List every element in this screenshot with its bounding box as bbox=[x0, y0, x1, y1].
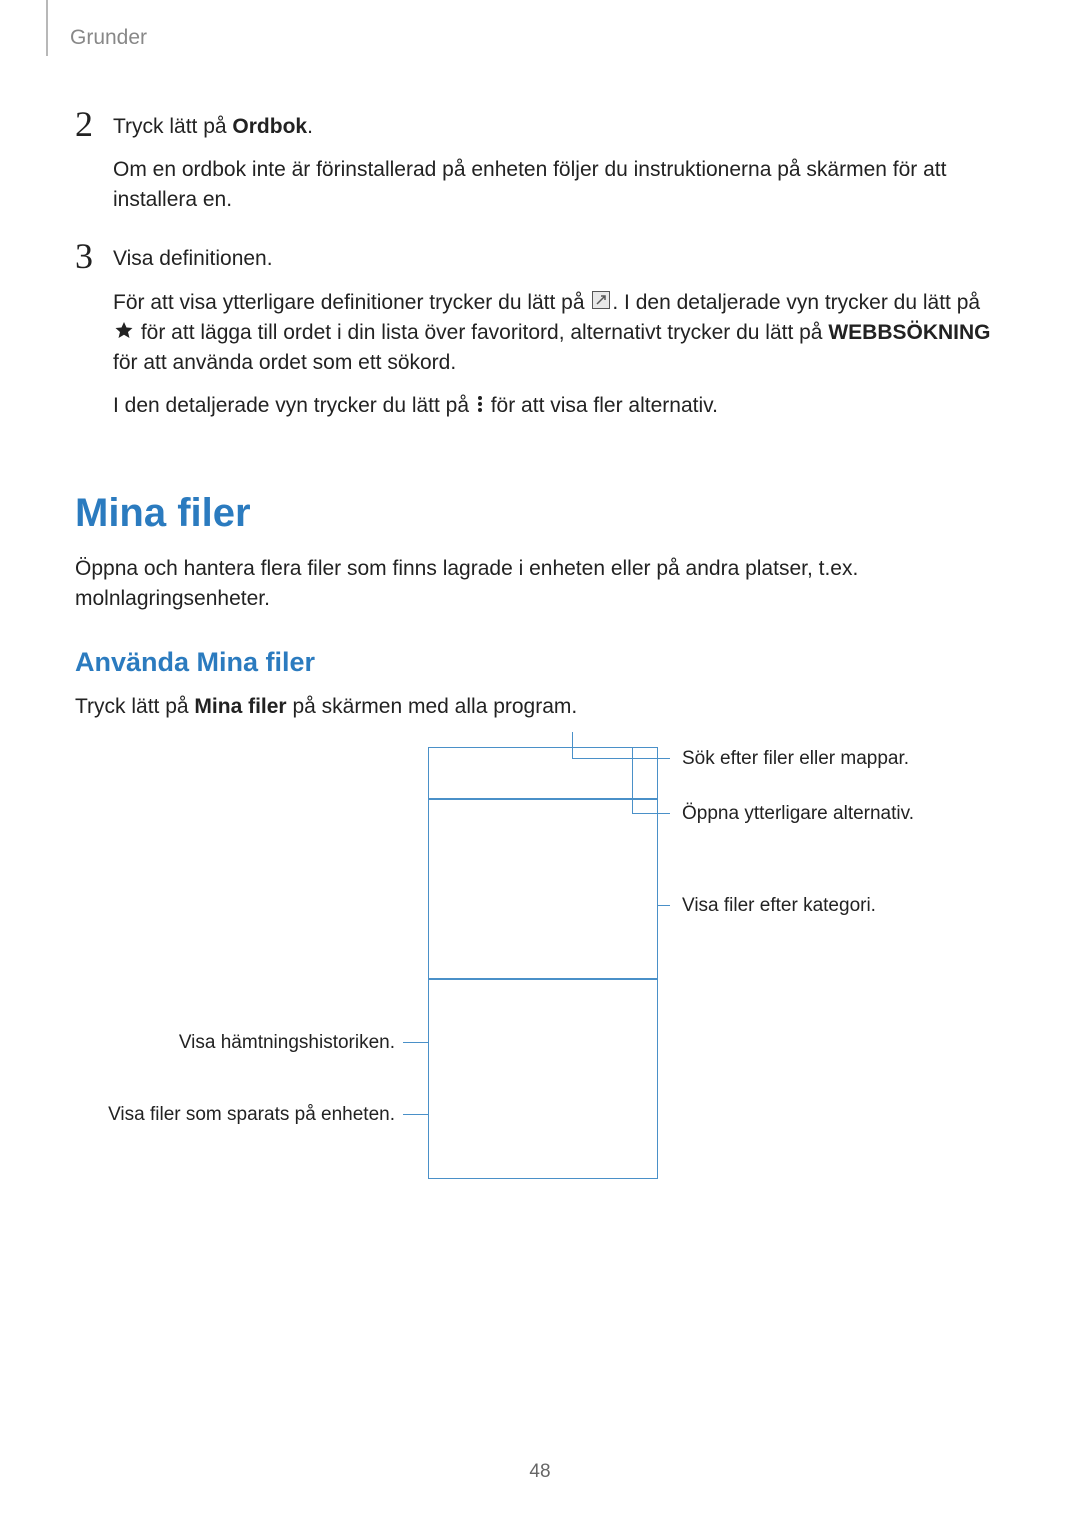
callout-more-options: Öppna ytterligare alternativ. bbox=[682, 803, 914, 825]
subsection-heading: Använda Mina filer bbox=[75, 647, 1005, 678]
step-3-para-a: För att visa ytterligare definitioner tr… bbox=[113, 288, 1005, 378]
section-heading: Mina filer bbox=[75, 491, 1005, 536]
step-2-line-2: Om en ordbok inte är förinstallerad på e… bbox=[113, 155, 1005, 214]
page-number: 48 bbox=[0, 1461, 1080, 1483]
step-number: 2 bbox=[75, 106, 113, 228]
step-number: 3 bbox=[75, 238, 113, 435]
callout-search: Sök efter filer eller mappar. bbox=[682, 748, 909, 770]
header-text: Grunder bbox=[70, 26, 147, 50]
step-3-para-b: I den detaljerade vyn trycker du lätt på… bbox=[113, 391, 1005, 421]
step-2: 2 Tryck lätt på Ordbok. Om en ordbok int… bbox=[75, 106, 1005, 228]
callout-diagram: Sök efter filer eller mappar. Öppna ytte… bbox=[75, 742, 1005, 1212]
callout-local-storage: Visa filer som sparats på enheten. bbox=[105, 1104, 395, 1126]
star-icon bbox=[115, 318, 133, 347]
step-body: Visa definitionen. För att visa ytterlig… bbox=[113, 238, 1005, 435]
diagram-box-storage bbox=[428, 979, 658, 1179]
callout-categories: Visa filer efter kategori. bbox=[682, 895, 876, 917]
section-intro: Öppna och hantera flera filer som finns … bbox=[75, 554, 1005, 613]
header-tab: Grunder bbox=[46, 0, 147, 56]
diagram-box-categories bbox=[428, 799, 658, 979]
more-icon bbox=[477, 392, 483, 421]
subsection-text: Tryck lätt på Mina filer på skärmen med … bbox=[75, 692, 1005, 721]
diagram-box-header bbox=[428, 747, 658, 799]
step-2-line-1: Tryck lätt på Ordbok. bbox=[113, 112, 1005, 141]
step-3: 3 Visa definitionen. För att visa ytterl… bbox=[75, 238, 1005, 435]
step-3-line-1: Visa definitionen. bbox=[113, 244, 1005, 273]
step-body: Tryck lätt på Ordbok. Om en ordbok inte … bbox=[113, 106, 1005, 228]
expand-icon bbox=[592, 288, 610, 317]
callout-downloads: Visa hämtningshistoriken. bbox=[177, 1032, 395, 1054]
